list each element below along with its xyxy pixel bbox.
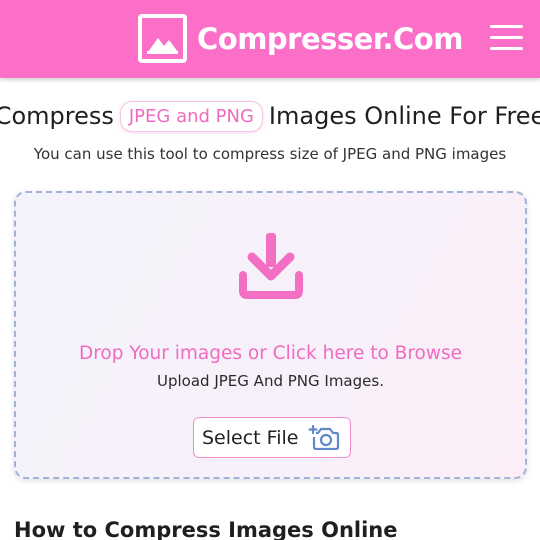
upload-hint: Upload JPEG And PNG Images. — [157, 372, 384, 390]
select-file-label: Select File — [202, 426, 299, 449]
format-pill: JPEG and PNG — [119, 100, 263, 132]
drop-instructions[interactable]: Drop Your images or Click here to Browse — [16, 343, 525, 364]
image-icon — [138, 14, 187, 63]
download-icon — [238, 231, 304, 305]
site-logo[interactable]: Compresser.Com — [138, 14, 463, 63]
title-suffix: Images Online For Free — [268, 102, 540, 130]
add-photo-camera-icon — [308, 422, 340, 454]
hamburger-menu-icon[interactable] — [490, 25, 523, 50]
logo-text: Compresser.Com — [197, 21, 463, 56]
section-heading: How to Compress Images Online — [14, 518, 398, 540]
page-subtitle: You can use this tool to compress size o… — [33, 145, 507, 163]
file-dropzone[interactable]: Drop Your images or Click here to Browse… — [14, 191, 527, 479]
title-prefix: Compress — [0, 102, 114, 130]
page-title: Compress JPEG and PNG Images Online For … — [0, 96, 540, 136]
select-file-button[interactable]: Select File — [193, 417, 351, 458]
site-header: Compresser.Com — [0, 0, 540, 78]
